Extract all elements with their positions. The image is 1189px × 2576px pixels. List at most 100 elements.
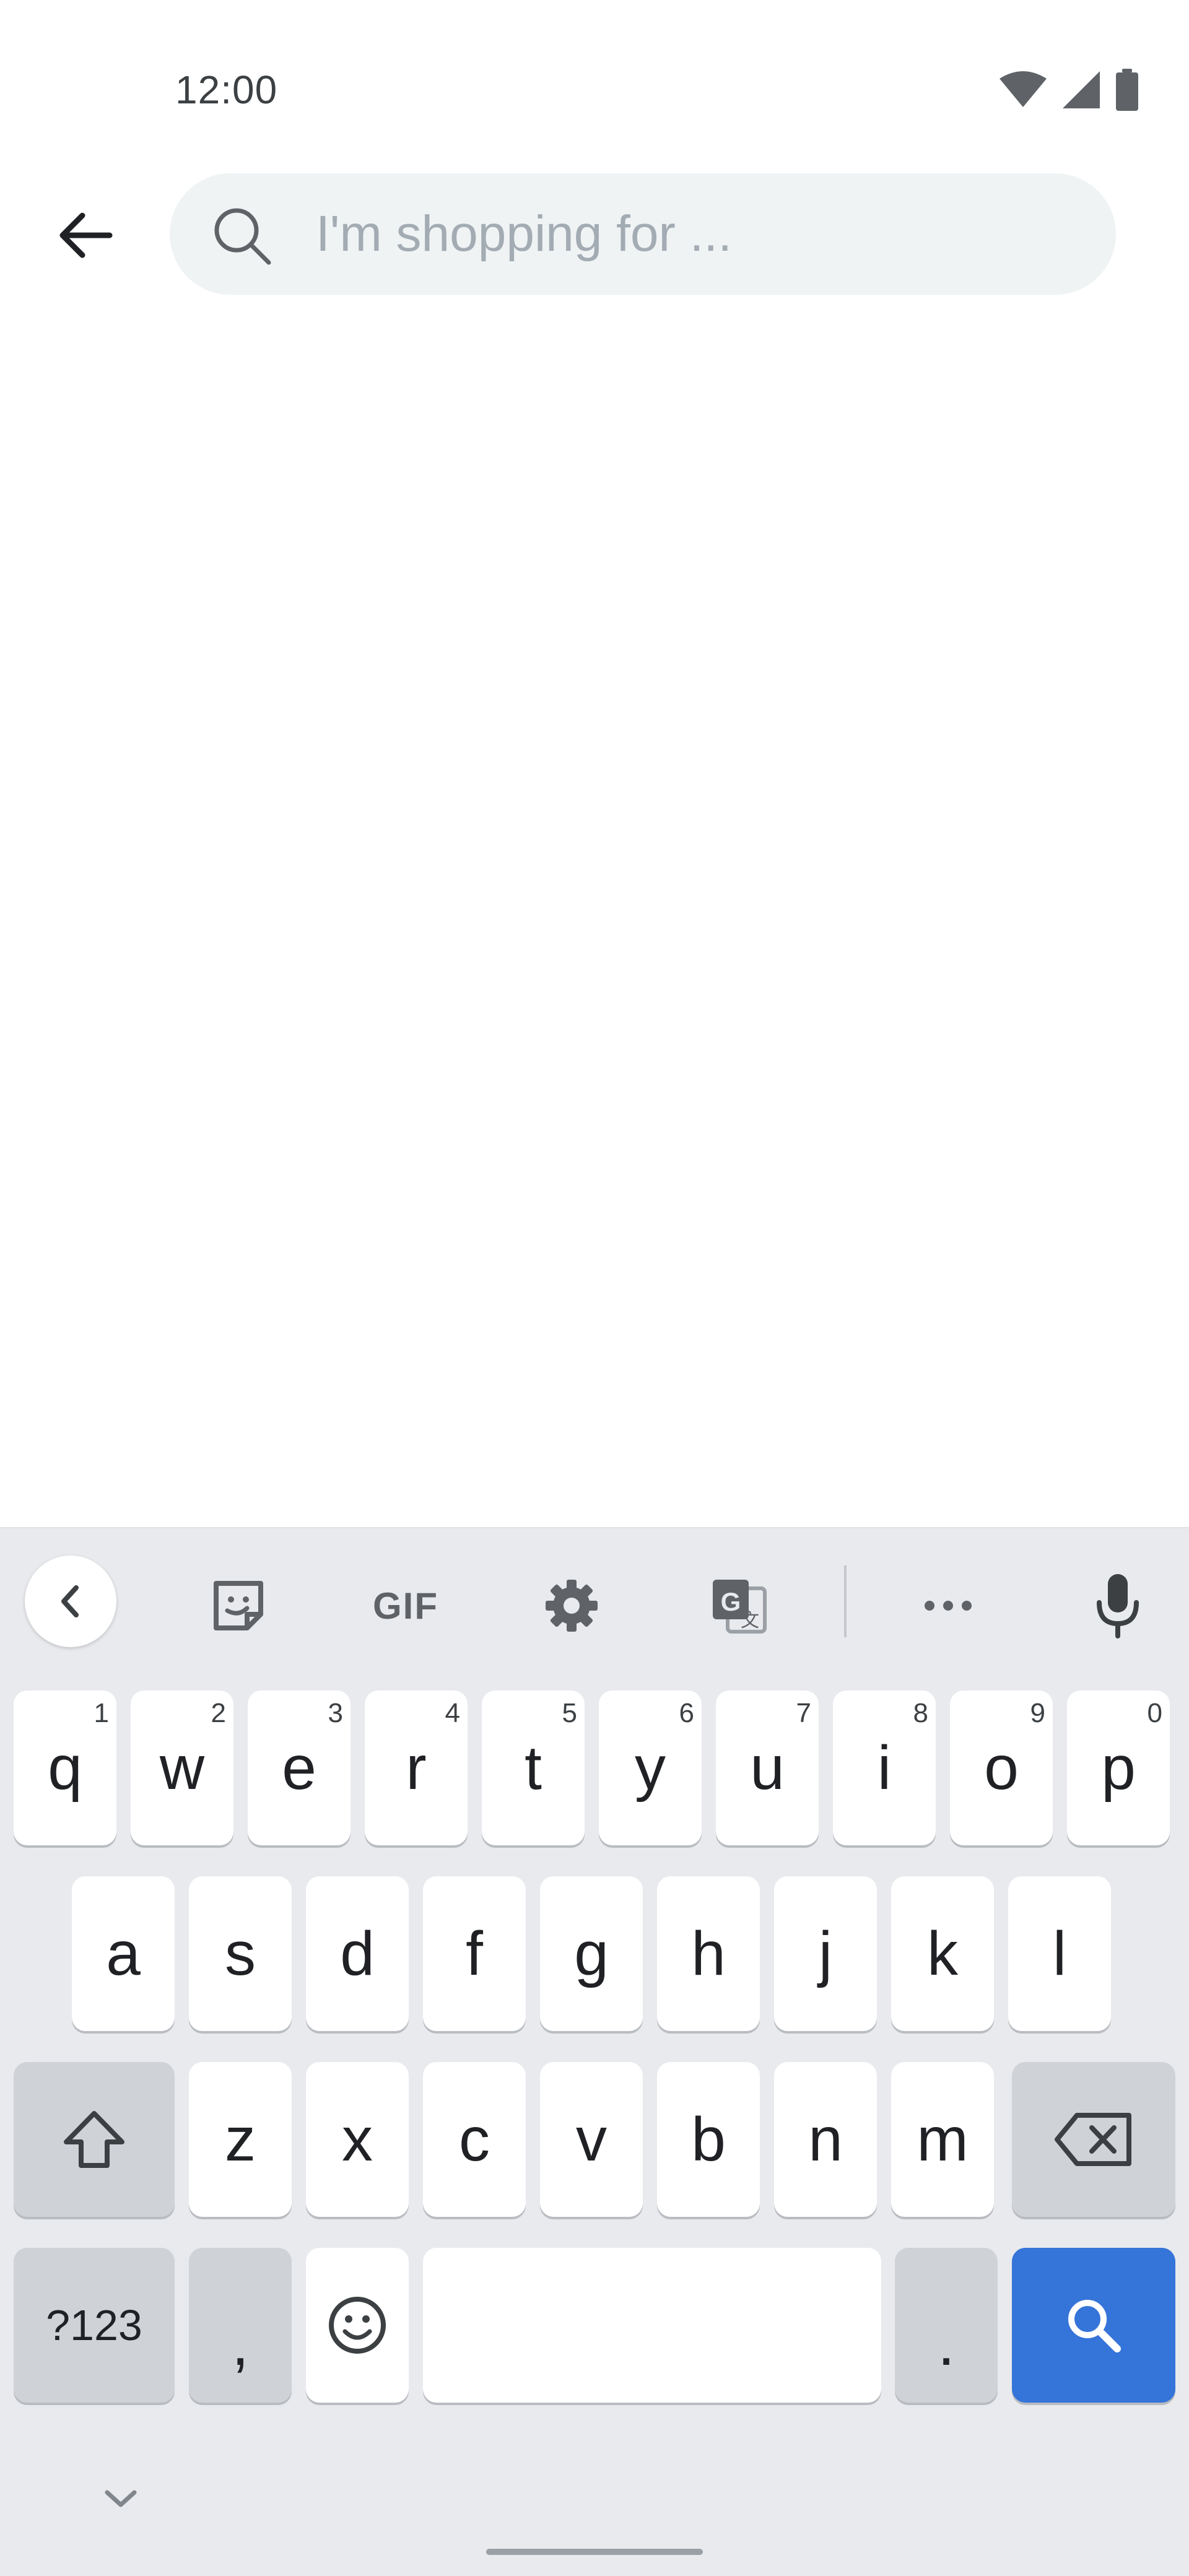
shift-key[interactable] bbox=[14, 2062, 175, 2217]
key-r[interactable]: 4r bbox=[365, 1690, 468, 1845]
emoji-icon bbox=[329, 2297, 386, 2354]
key-label: . bbox=[938, 2308, 955, 2378]
key-c[interactable]: c bbox=[423, 2062, 526, 2217]
key-v[interactable]: v bbox=[540, 2062, 643, 2217]
key-o[interactable]: 9o bbox=[950, 1690, 1053, 1845]
key-label: w bbox=[159, 1733, 205, 1803]
key-a[interactable]: a bbox=[72, 1876, 175, 2031]
settings-button[interactable] bbox=[525, 1559, 618, 1652]
more-icon bbox=[925, 1601, 972, 1611]
search-bar[interactable] bbox=[170, 173, 1116, 295]
key-label: h bbox=[691, 1918, 726, 1988]
arrow-back-icon bbox=[59, 212, 113, 258]
search-input[interactable] bbox=[316, 173, 1084, 295]
key-s[interactable]: s bbox=[189, 1876, 292, 2031]
gif-button[interactable]: GIF bbox=[359, 1559, 452, 1652]
toolbar-divider bbox=[844, 1565, 847, 1637]
key-label: x bbox=[342, 2104, 373, 2174]
battery-icon bbox=[1116, 69, 1138, 111]
key-q[interactable]: 1q bbox=[14, 1690, 116, 1845]
chevron-left-icon bbox=[61, 1585, 79, 1617]
key-d[interactable]: d bbox=[306, 1876, 409, 2031]
gif-label: GIF bbox=[373, 1585, 438, 1627]
key-p[interactable]: 0p bbox=[1067, 1690, 1170, 1845]
key-j[interactable]: j bbox=[774, 1876, 877, 2031]
key-e[interactable]: 3e bbox=[248, 1690, 351, 1845]
key-h[interactable]: h bbox=[657, 1876, 760, 2031]
key-hint: 9 bbox=[1030, 1698, 1045, 1728]
home-gesture-bar[interactable] bbox=[486, 2549, 703, 2555]
key-u[interactable]: 7u bbox=[716, 1690, 819, 1845]
key-hint: 1 bbox=[94, 1698, 109, 1728]
key-m[interactable]: m bbox=[891, 2062, 994, 2217]
key-hint: 7 bbox=[796, 1698, 811, 1728]
key-label: t bbox=[525, 1733, 542, 1803]
key-label: n bbox=[808, 2104, 843, 2174]
cellular-signal-icon bbox=[1063, 71, 1100, 108]
gear-icon bbox=[546, 1580, 598, 1632]
key-k[interactable]: k bbox=[891, 1876, 994, 2031]
key-b[interactable]: b bbox=[657, 2062, 760, 2217]
voice-input-button[interactable] bbox=[1071, 1559, 1164, 1652]
key-hint: 0 bbox=[1147, 1698, 1162, 1728]
key-hint: 2 bbox=[211, 1698, 226, 1728]
key-label: c bbox=[459, 2104, 490, 2174]
key-hint: 6 bbox=[679, 1698, 694, 1728]
key-t[interactable]: 5t bbox=[482, 1690, 585, 1845]
translate-button[interactable]: G 文 bbox=[692, 1559, 785, 1652]
emoji-key[interactable] bbox=[306, 2248, 409, 2403]
key-hint: 5 bbox=[562, 1698, 577, 1728]
key-hint: 4 bbox=[445, 1698, 460, 1728]
search-icon bbox=[214, 208, 271, 265]
key-label: k bbox=[927, 1918, 958, 1988]
key-w[interactable]: 2w bbox=[131, 1690, 233, 1845]
key-label: m bbox=[917, 2104, 969, 2174]
key-z[interactable]: z bbox=[189, 2062, 292, 2217]
wifi-icon bbox=[1000, 71, 1047, 107]
key-x[interactable]: x bbox=[306, 2062, 409, 2217]
key-i[interactable]: 8i bbox=[833, 1690, 936, 1845]
key-label: ?123 bbox=[46, 2301, 142, 2349]
key-label: a bbox=[106, 1918, 141, 1988]
key-hint: 8 bbox=[913, 1698, 928, 1728]
key-label: q bbox=[48, 1733, 82, 1803]
key-l[interactable]: l bbox=[1008, 1876, 1111, 2031]
period-key[interactable]: . bbox=[895, 2248, 998, 2403]
key-label: s bbox=[225, 1918, 256, 1988]
microphone-icon bbox=[1097, 1574, 1139, 1638]
on-screen-keyboard: GIF G 文 1 q 2 w 3 e 4 r 5 t 6 y 7 u 8 i … bbox=[0, 1527, 1189, 2576]
key-label: r bbox=[406, 1733, 427, 1803]
comma-key[interactable]: , bbox=[189, 2248, 292, 2403]
more-button[interactable] bbox=[902, 1559, 995, 1652]
key-label: f bbox=[466, 1918, 483, 1988]
key-label: b bbox=[691, 2104, 726, 2174]
chevron-down-icon bbox=[105, 2490, 137, 2507]
svg-text:文: 文 bbox=[741, 1610, 759, 1632]
search-icon bbox=[1068, 2300, 1121, 2352]
search-action-key[interactable] bbox=[1012, 2248, 1175, 2403]
svg-text:G: G bbox=[721, 1587, 741, 1616]
keyboard-collapse-button[interactable] bbox=[25, 1556, 116, 1647]
status-icons bbox=[998, 68, 1139, 111]
status-time: 12:00 bbox=[175, 67, 278, 112]
sticker-button[interactable] bbox=[192, 1559, 285, 1652]
key-label: o bbox=[984, 1733, 1019, 1803]
shift-icon bbox=[64, 2111, 124, 2168]
key-label: j bbox=[818, 1918, 833, 1988]
backspace-icon bbox=[1055, 2113, 1131, 2166]
sticker-icon bbox=[214, 1581, 263, 1630]
space-key[interactable] bbox=[423, 2248, 881, 2403]
key-n[interactable]: n bbox=[774, 2062, 877, 2217]
key-label: v bbox=[576, 2104, 607, 2174]
key-label: , bbox=[232, 2308, 249, 2378]
key-label: d bbox=[340, 1918, 375, 1988]
back-button[interactable] bbox=[48, 198, 123, 272]
key-f[interactable]: f bbox=[423, 1876, 526, 2031]
key-y[interactable]: 6y bbox=[599, 1690, 702, 1845]
symbols-key[interactable]: ?123 bbox=[14, 2248, 175, 2403]
key-g[interactable]: g bbox=[540, 1876, 643, 2031]
hide-keyboard-button[interactable] bbox=[93, 2471, 149, 2526]
key-label: i bbox=[877, 1733, 892, 1803]
keyboard-toolbar: GIF G 文 bbox=[0, 1528, 1189, 1664]
backspace-key[interactable] bbox=[1012, 2062, 1175, 2217]
